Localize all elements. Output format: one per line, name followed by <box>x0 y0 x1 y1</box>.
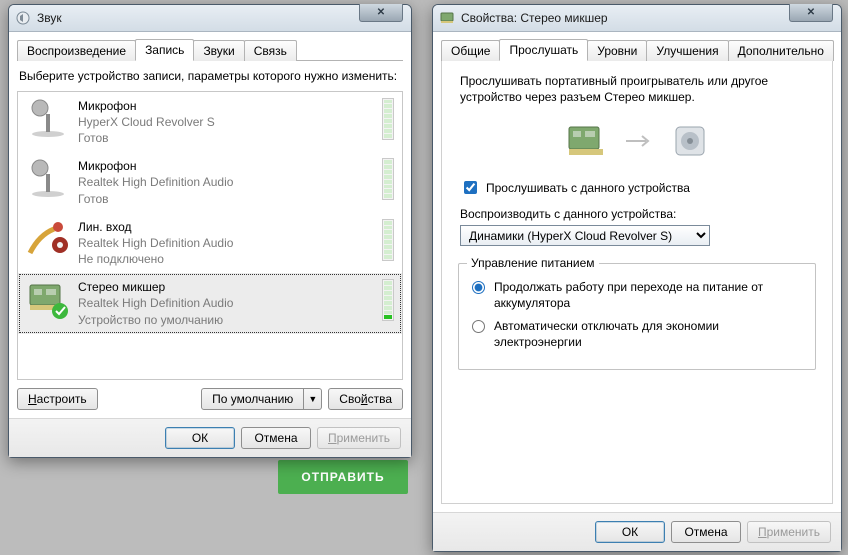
device-sub: Realtek High Definition Audio <box>78 174 374 190</box>
tab-listen[interactable]: Прослушать <box>499 39 588 61</box>
speaker-icon <box>15 10 31 26</box>
listen-checkbox-label: Прослушивать с данного устройства <box>486 181 690 195</box>
cancel-button[interactable]: Отмена <box>671 521 741 543</box>
soundcard-icon <box>566 123 608 162</box>
apply-button: Применить <box>747 521 831 543</box>
list-item[interactable]: Микрофон Realtek High Definition Audio Г… <box>18 152 402 213</box>
radio-auto-label: Автоматически отключать для экономии эле… <box>494 319 807 350</box>
instruction-text: Выберите устройство записи, параметры ко… <box>19 69 401 85</box>
cancel-button[interactable]: Отмена <box>241 427 311 449</box>
device-text: Лин. вход Realtek High Definition Audio … <box>78 219 374 268</box>
close-icon[interactable]: ✕ <box>359 4 403 22</box>
tab-advanced[interactable]: Дополнительно <box>728 40 834 61</box>
configure-button[interactable]: Настроить <box>17 388 98 410</box>
radio-auto-row[interactable]: Автоматически отключать для экономии эле… <box>467 319 807 350</box>
mic-stand-icon <box>26 158 70 198</box>
apply-button: Применить <box>317 427 401 449</box>
radio-continue-label: Продолжать работу при переходе на питани… <box>494 280 807 311</box>
playback-device-select[interactable]: Динамики (HyperX Cloud Revolver S) <box>460 225 710 246</box>
set-default-button[interactable]: По умолчанию <box>201 388 304 410</box>
device-sub: Realtek High Definition Audio <box>78 295 374 311</box>
device-text: Микрофон Realtek High Definition Audio Г… <box>78 158 374 207</box>
sound-tabs: Воспроизведение Запись Звуки Связь <box>17 38 403 61</box>
device-status: Готов <box>78 130 374 146</box>
device-name: Лин. вход <box>78 219 374 235</box>
listen-graphic <box>448 123 826 162</box>
properties-button[interactable]: Свойства <box>328 388 403 410</box>
tab-recording[interactable]: Запись <box>135 39 194 61</box>
device-sub: HyperX Cloud Revolver S <box>78 114 374 130</box>
sound-bottom-bar: ОК Отмена Применить <box>9 418 411 457</box>
chevron-down-icon[interactable]: ▼ <box>304 388 322 410</box>
device-name: Стерео микшер <box>78 279 374 295</box>
device-status: Устройство по умолчанию <box>78 312 374 328</box>
listen-description: Прослушивать портативный проигрыватель и… <box>460 74 818 105</box>
card-icon <box>439 10 455 26</box>
device-status: Готов <box>78 191 374 207</box>
power-management-group: Управление питанием Продолжать работу пр… <box>458 256 816 369</box>
arrow-right-icon <box>624 133 656 152</box>
vu-meter <box>382 158 394 200</box>
device-text: Стерео микшер Realtek High Definition Au… <box>78 279 374 328</box>
tab-levels[interactable]: Уровни <box>587 40 647 61</box>
radio-continue-row[interactable]: Продолжать работу при переходе на питани… <box>467 280 807 311</box>
properties-bottom-bar: ОК Отмена Применить <box>433 512 841 551</box>
device-list[interactable]: Микрофон HyperX Cloud Revolver S Готов М… <box>17 91 403 380</box>
device-button-row: Настроить По умолчанию ▼ Свойства <box>17 388 403 410</box>
close-icon[interactable]: ✕ <box>789 4 833 22</box>
list-item[interactable]: Микрофон HyperX Cloud Revolver S Готов <box>18 92 402 153</box>
playback-device-label: Воспроизводить с данного устройства: <box>460 207 826 221</box>
vu-meter <box>382 279 394 321</box>
background-send-button[interactable]: ОТПРАВИТЬ <box>278 460 408 494</box>
sound-titlebar[interactable]: Звук ✕ <box>9 5 411 32</box>
list-item[interactable]: Лин. вход Realtek High Definition Audio … <box>18 213 402 274</box>
tab-playback[interactable]: Воспроизведение <box>17 40 136 61</box>
tab-general[interactable]: Общие <box>441 40 500 61</box>
mixer-card-icon <box>26 279 70 319</box>
ok-button[interactable]: ОК <box>595 521 665 543</box>
device-name: Микрофон <box>78 158 374 174</box>
tab-sounds[interactable]: Звуки <box>193 40 244 61</box>
device-status: Не подключено <box>78 251 374 267</box>
sound-window: Звук ✕ Воспроизведение Запись Звуки Связ… <box>8 4 412 458</box>
mic-stand-icon <box>26 98 70 138</box>
power-management-legend: Управление питанием <box>467 256 599 270</box>
properties-tabs: Общие Прослушать Уровни Улучшения Дополн… <box>441 38 833 61</box>
vu-meter <box>382 219 394 261</box>
listen-checkbox-row[interactable]: Прослушивать с данного устройства <box>460 178 826 197</box>
sound-title-text: Звук <box>37 11 62 25</box>
vu-meter <box>382 98 394 140</box>
speaker-device-icon <box>672 123 708 162</box>
listen-checkbox[interactable] <box>464 181 477 194</box>
properties-titlebar[interactable]: Свойства: Стерео микшер ✕ <box>433 5 841 32</box>
tab-communications[interactable]: Связь <box>244 40 297 61</box>
list-item[interactable]: Стерео микшер Realtek High Definition Au… <box>18 273 402 334</box>
device-text: Микрофон HyperX Cloud Revolver S Готов <box>78 98 374 147</box>
ok-button[interactable]: ОК <box>165 427 235 449</box>
device-name: Микрофон <box>78 98 374 114</box>
properties-title-text: Свойства: Стерео микшер <box>461 11 608 25</box>
radio-auto[interactable] <box>472 320 485 333</box>
line-in-icon <box>26 219 70 259</box>
properties-content: Общие Прослушать Уровни Улучшения Дополн… <box>433 32 841 512</box>
tab-enhancements[interactable]: Улучшения <box>646 40 728 61</box>
properties-window: Свойства: Стерео микшер ✕ Общие Прослуша… <box>432 4 842 552</box>
sound-content: Воспроизведение Запись Звуки Связь Выбер… <box>9 32 411 418</box>
radio-continue[interactable] <box>472 281 485 294</box>
device-sub: Realtek High Definition Audio <box>78 235 374 251</box>
